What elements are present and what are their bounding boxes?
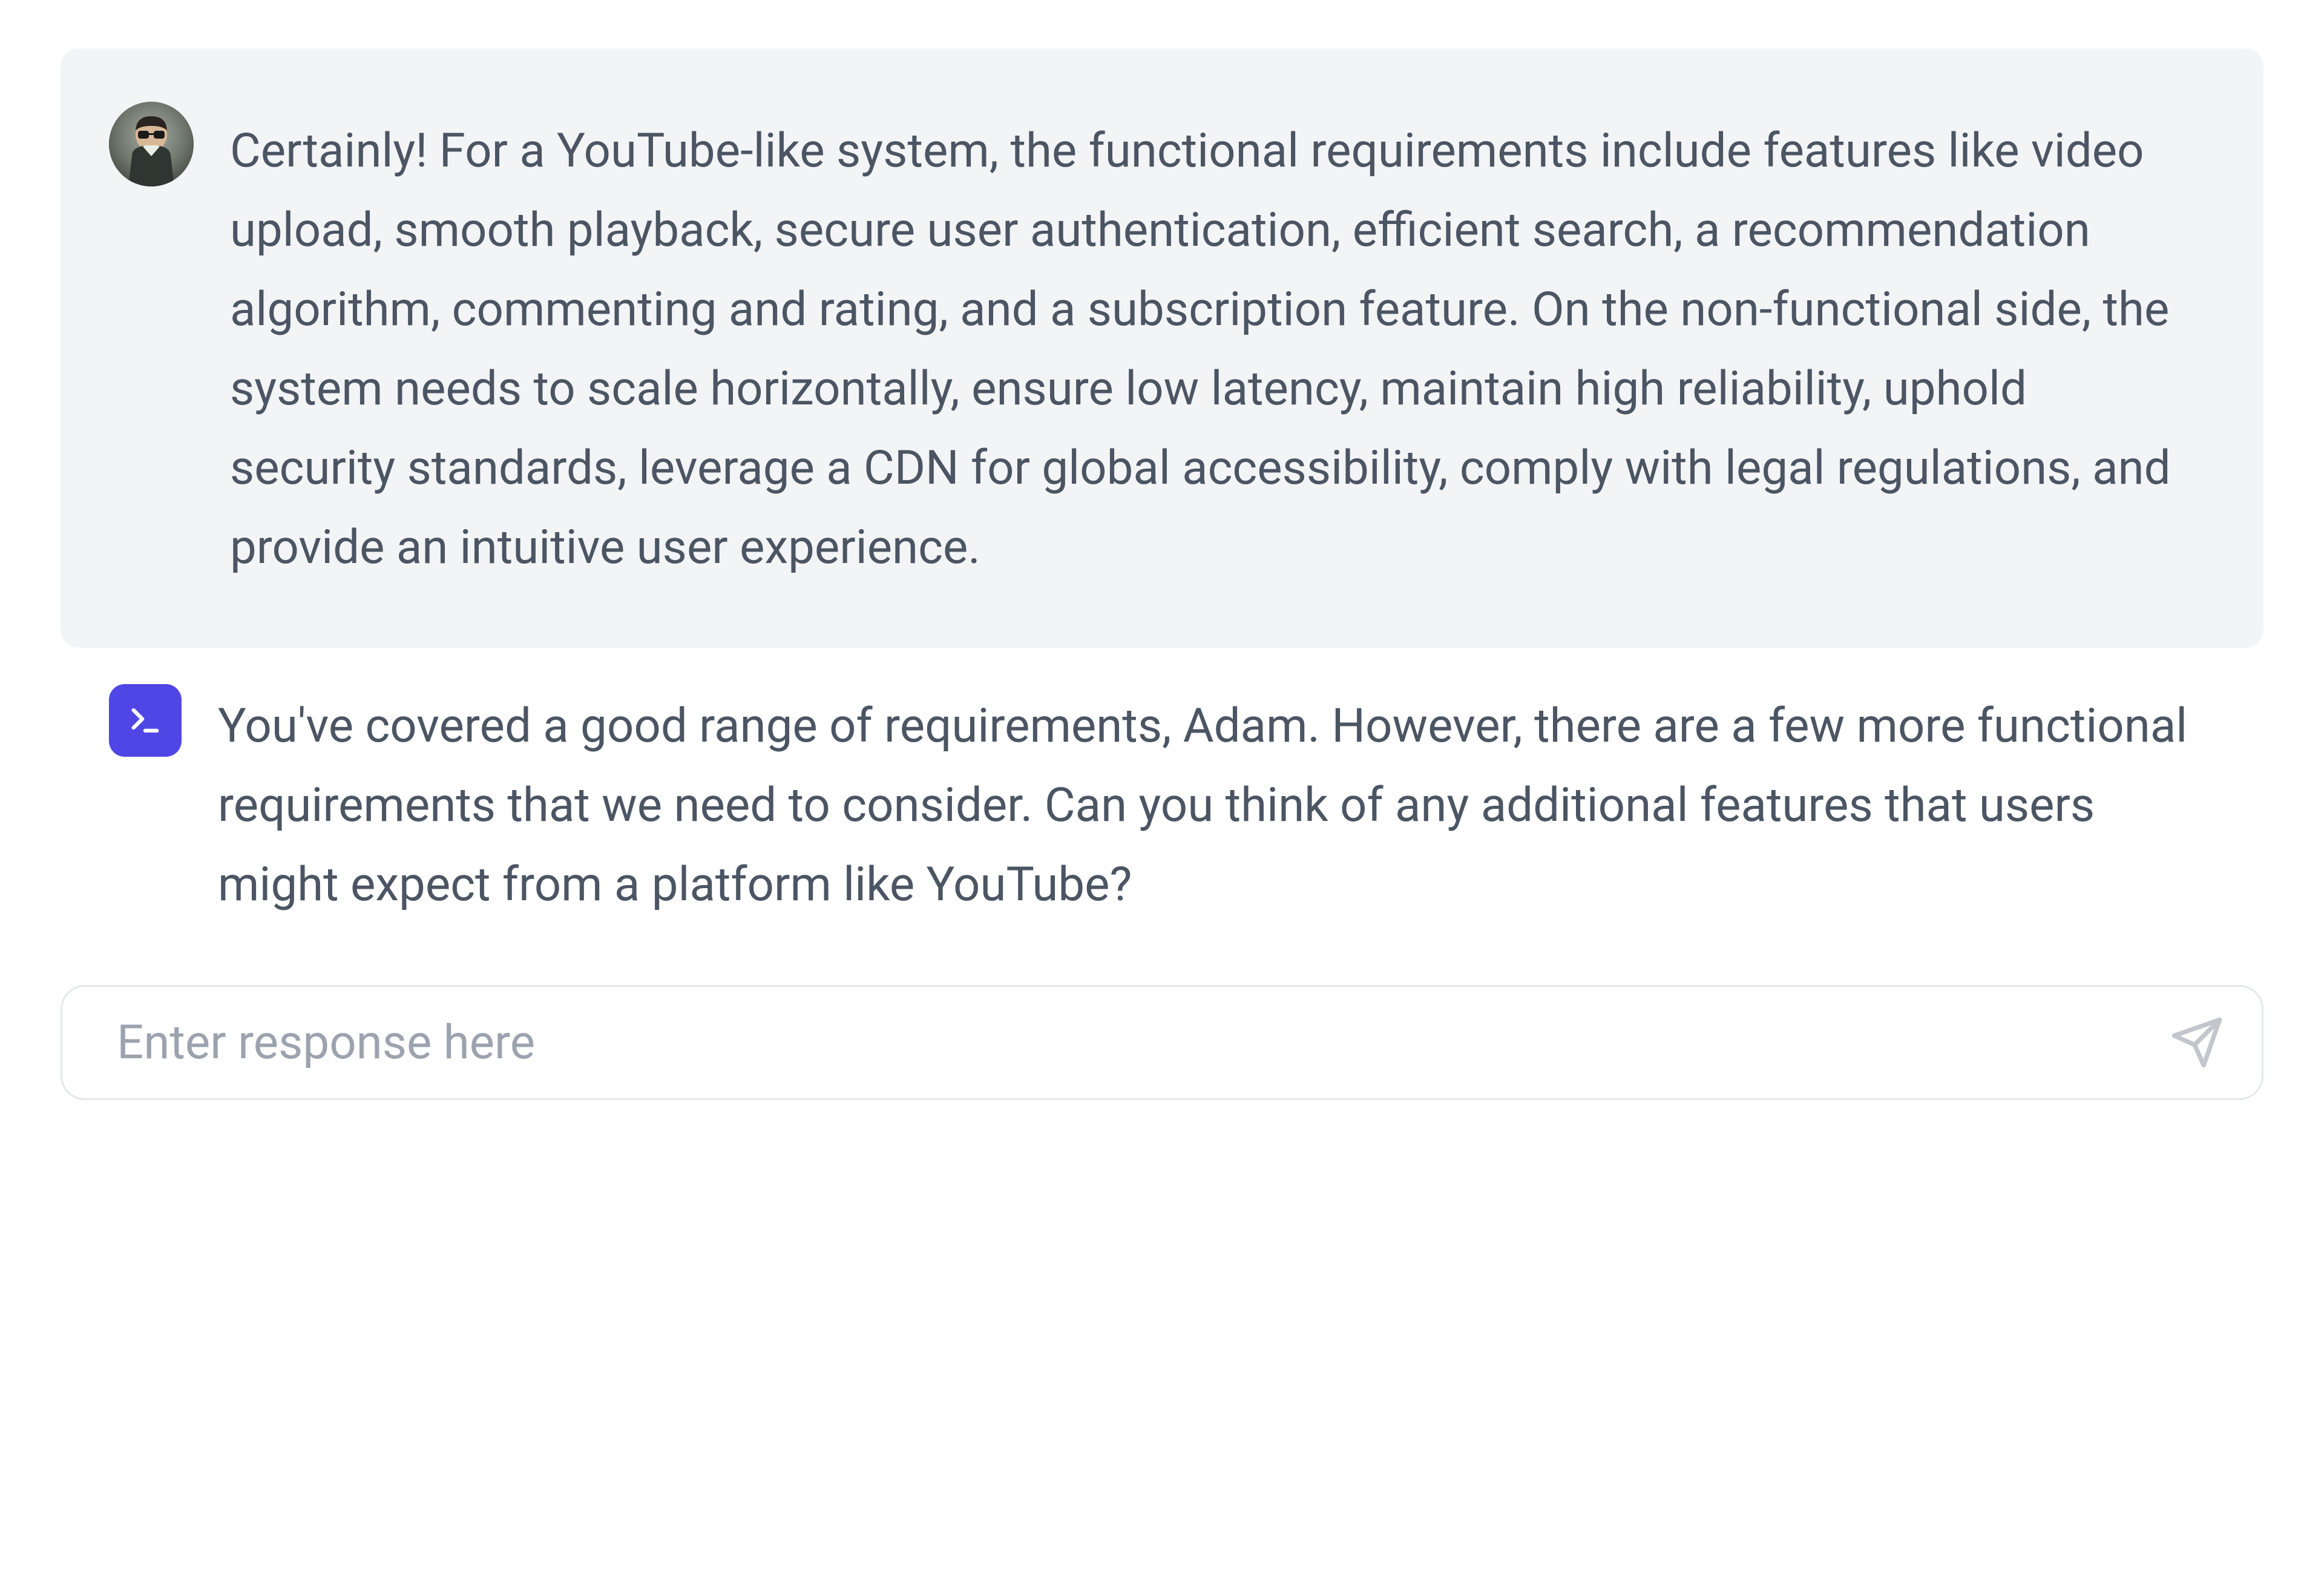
bot-message: You've covered a good range of requireme… (61, 684, 2263, 924)
input-area (61, 985, 2263, 1100)
response-input[interactable] (61, 985, 2263, 1100)
bot-avatar (109, 684, 182, 757)
user-avatar (109, 102, 194, 186)
bot-message-text: You've covered a good range of requireme… (218, 684, 2203, 924)
send-button[interactable] (2167, 1012, 2227, 1073)
terminal-icon (128, 703, 163, 738)
chat-container: Certainly! For a YouTube-like system, th… (61, 48, 2263, 924)
user-message-text: Certainly! For a YouTube-like system, th… (230, 109, 2203, 587)
user-message: Certainly! For a YouTube-like system, th… (61, 48, 2263, 648)
send-icon (2170, 1015, 2224, 1070)
user-avatar-icon (109, 102, 194, 186)
